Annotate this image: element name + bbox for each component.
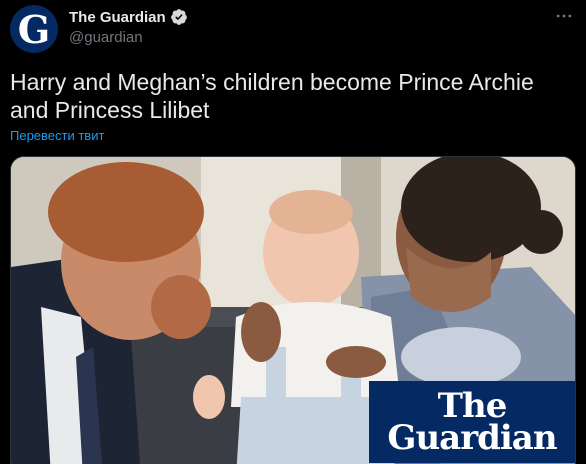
tweet-text: Harry and Meghan’s children become Princ…	[10, 69, 534, 123]
account-avatar[interactable]: G	[10, 5, 58, 53]
logo-line-guardian: Guardian	[387, 418, 557, 458]
name-row: The Guardian	[69, 8, 188, 26]
avatar-letter: G	[17, 7, 51, 52]
translate-tweet-link[interactable]: Перевести твит	[10, 128, 104, 143]
tweet[interactable]: G The Guardian @guardian Harry and Megha…	[0, 0, 586, 464]
guardian-logo: The Guardian	[369, 381, 575, 463]
more-icon[interactable]	[552, 4, 576, 28]
display-name[interactable]: The Guardian	[69, 9, 166, 26]
tweet-photo[interactable]: The Guardian	[10, 156, 576, 464]
verified-badge-icon	[170, 8, 188, 26]
account-handle[interactable]: @guardian	[69, 29, 143, 46]
